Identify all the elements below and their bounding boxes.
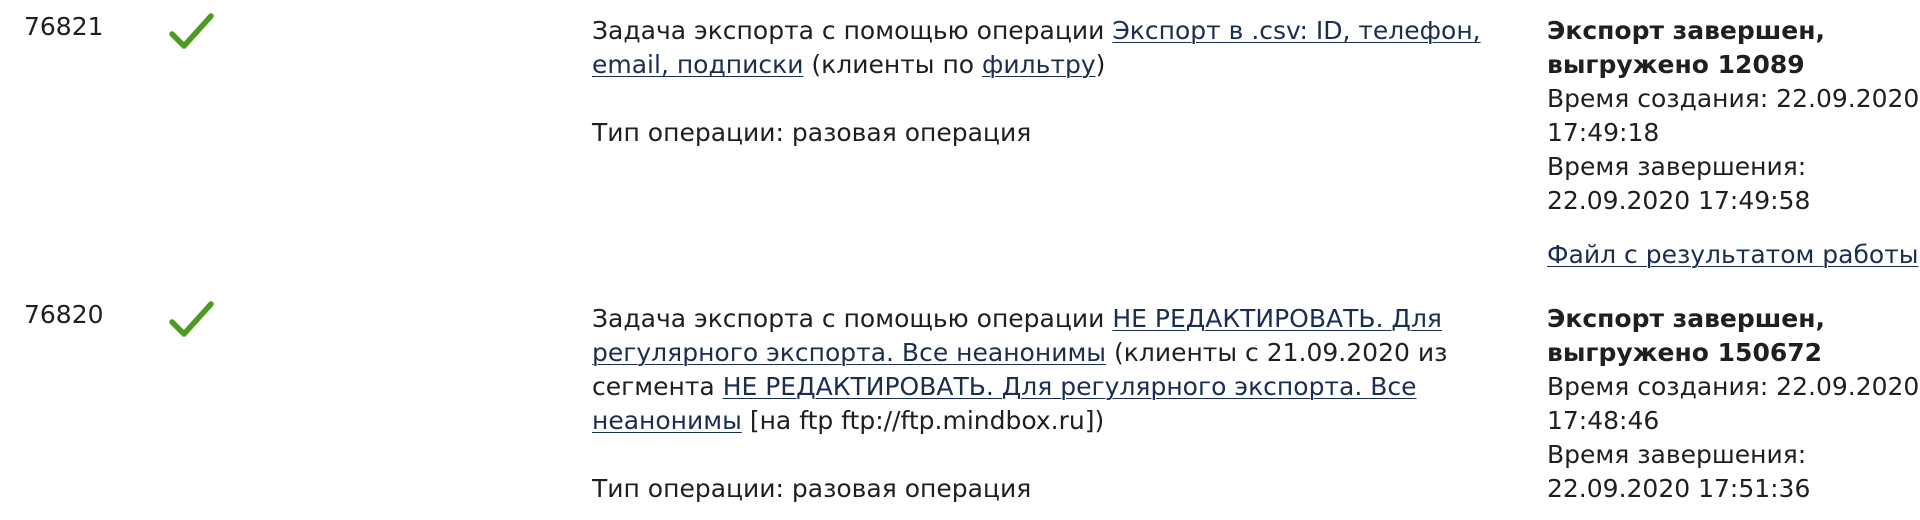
operation-type: Тип операции: разовая операция (592, 118, 1032, 147)
checkmark-icon (168, 298, 216, 342)
task-description: Задача экспорта с помощью операции НЕ РЕ… (592, 302, 1492, 506)
created-time: Время создания: 22.09.2020 17:48:46 (1547, 372, 1920, 435)
desc-end: ) (1095, 50, 1106, 79)
task-description-text: Задача экспорта с помощью операции Экспо… (592, 14, 1492, 82)
desc-prefix: Задача экспорта с помощью операции (592, 16, 1113, 45)
task-result: Экспорт завершен, выгружено 12089 Время … (1547, 14, 1920, 272)
table-row: 76821 Задача экспорта с помощью операции… (0, 0, 1920, 288)
table-row: 76820 Задача экспорта с помощью операции… (0, 288, 1920, 520)
task-description: Задача экспорта с помощью операции Экспо… (592, 14, 1492, 150)
task-id: 76821 (24, 12, 104, 41)
result-status: Экспорт завершен, выгружено 150672 (1547, 304, 1826, 367)
desc-middle: (клиенты по (803, 50, 983, 79)
task-description-text: Задача экспорта с помощью операции НЕ РЕ… (592, 302, 1492, 438)
result-status: Экспорт завершен, выгружено 12089 (1547, 16, 1826, 79)
filter-link[interactable]: фильтру (982, 50, 1096, 79)
desc-prefix: Задача экспорта с помощью операции (592, 304, 1113, 333)
result-file-link[interactable]: Файл с результатом работы (1547, 238, 1919, 272)
operation-type: Тип операции: разовая операция (592, 474, 1032, 503)
desc-end: [на ftp ftp://ftp.mindbox.ru]) (741, 406, 1105, 435)
finished-time: Время завершения: 22.09.2020 17:49:58 (1547, 152, 1811, 215)
task-id: 76820 (24, 300, 104, 329)
checkmark-icon (168, 10, 216, 54)
task-result: Экспорт завершен, выгружено 150672 Время… (1547, 302, 1920, 506)
created-time: Время создания: 22.09.2020 17:49:18 (1547, 84, 1920, 147)
finished-time: Время завершения: 22.09.2020 17:51:36 (1547, 440, 1811, 503)
